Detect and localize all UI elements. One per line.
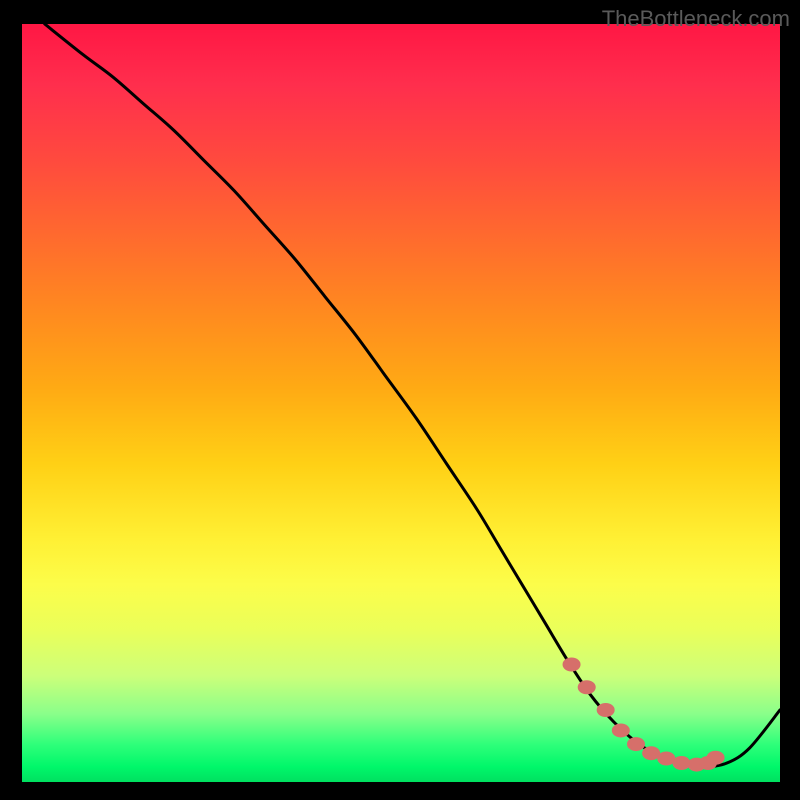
marker-dot [597, 703, 615, 717]
marker-dot [672, 756, 690, 770]
marker-dots-group [563, 658, 725, 772]
watermark-text: TheBottleneck.com [602, 6, 790, 32]
marker-dot [707, 751, 725, 765]
curve-line [45, 24, 780, 767]
chart-plot-area [22, 24, 780, 782]
marker-dot [563, 658, 581, 672]
marker-dot [612, 723, 630, 737]
marker-dot [578, 680, 596, 694]
marker-dot [627, 737, 645, 751]
chart-svg [22, 24, 780, 782]
